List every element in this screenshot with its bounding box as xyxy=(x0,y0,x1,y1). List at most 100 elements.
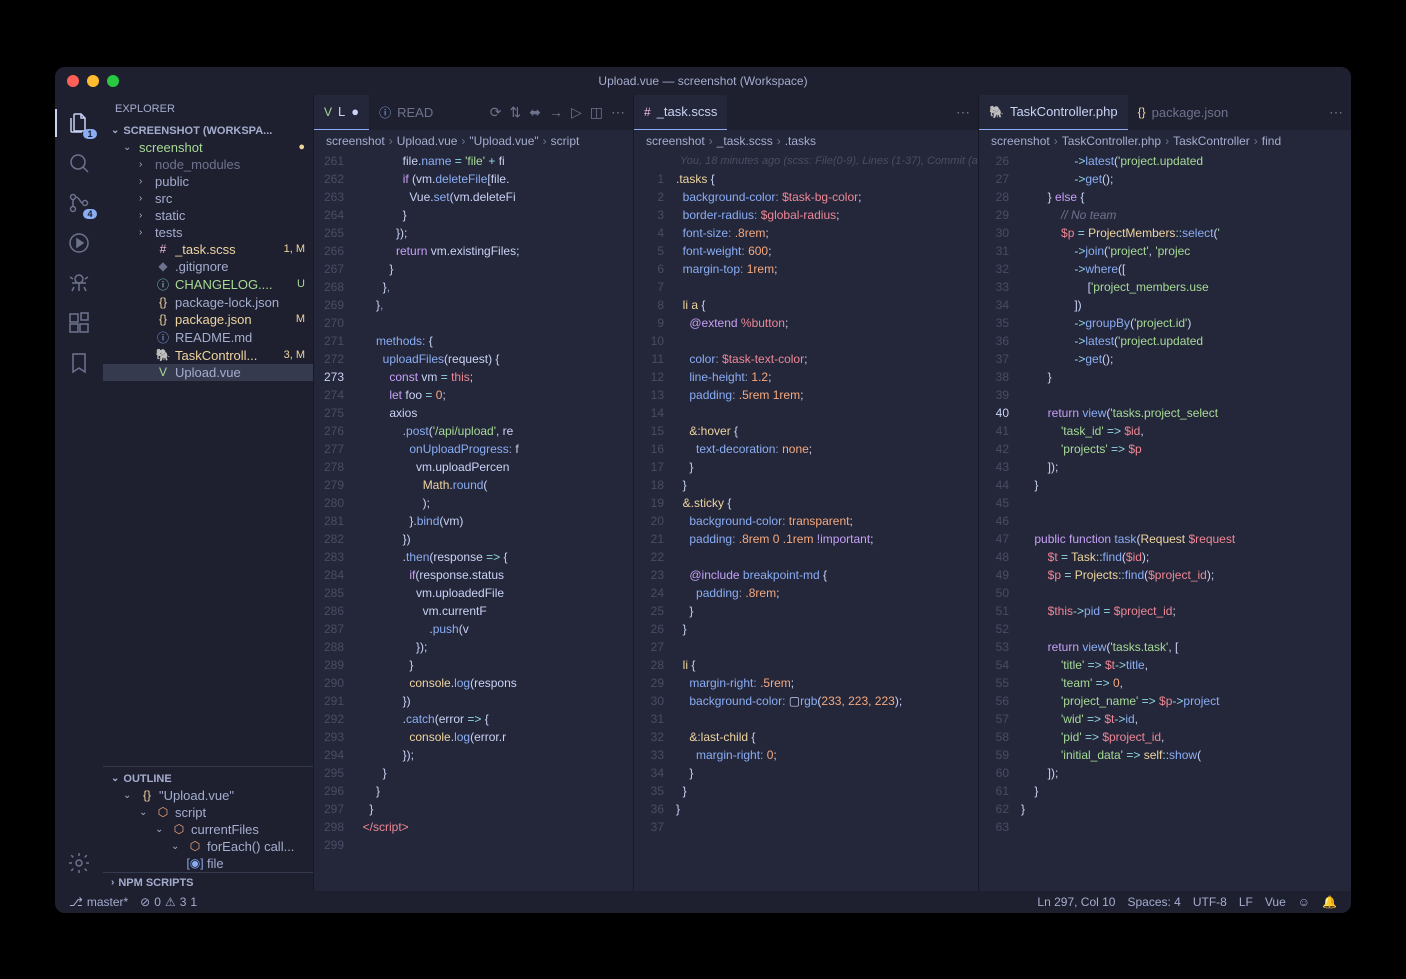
run-icon[interactable]: ▷ xyxy=(571,104,582,121)
split-icon[interactable]: ◫ xyxy=(590,104,603,121)
crumb-item[interactable]: _task.scss xyxy=(717,134,773,148)
warning-icon: ⚠ xyxy=(165,895,176,909)
editor-3[interactable]: 2627282930313233343536373839404142434445… xyxy=(979,152,1351,891)
code-area-3[interactable]: ->latest('project.updated ->get(); } els… xyxy=(1021,152,1351,891)
outline-foreach[interactable]: ⌄⬡forEach() call... xyxy=(103,838,313,855)
reload-icon[interactable]: ⟳ xyxy=(490,104,502,121)
breadcrumbs-1[interactable]: screenshot› Upload.vue› "Upload.vue"› sc… xyxy=(314,130,633,152)
file-readme[interactable]: ⓘREADME.md xyxy=(103,328,313,347)
status-bell-icon[interactable]: 🔔 xyxy=(1316,895,1343,909)
git-status: M xyxy=(296,313,305,325)
crumb-item[interactable]: "Upload.vue" xyxy=(469,134,538,148)
folder-src[interactable]: ›src xyxy=(103,190,313,207)
chevron-down-icon: ⌄ xyxy=(139,807,151,818)
outline-currentfiles[interactable]: ⌄⬡currentFiles xyxy=(103,821,313,838)
more-icon[interactable]: ⋯ xyxy=(956,104,970,121)
status-eol[interactable]: LF xyxy=(1233,895,1259,909)
crumb-item[interactable]: script xyxy=(551,134,580,148)
branch-label: master* xyxy=(87,895,128,909)
status-problems[interactable]: ⊘0 ⚠3 1 xyxy=(134,895,203,909)
status-git-branch[interactable]: ⎇master* xyxy=(63,895,134,909)
more-icon[interactable]: ⋯ xyxy=(611,104,625,121)
gutter-1: 2612622632642652662672682692702712722732… xyxy=(314,152,356,891)
window-body: 1 4 xyxy=(55,95,1351,891)
file-upload-vue[interactable]: VUpload.vue xyxy=(103,364,313,381)
folder-label: src xyxy=(155,191,305,206)
tab-label: READ xyxy=(397,105,433,120)
activity-run-debug[interactable] xyxy=(55,223,103,263)
status-bar: ⎇master* ⊘0 ⚠3 1 Ln 297, Col 10 Spaces: … xyxy=(55,891,1351,913)
outline-header[interactable]: ⌄OUTLINE xyxy=(103,771,313,787)
npm-scripts-header[interactable]: ›NPM SCRIPTS xyxy=(103,872,313,891)
folder-screenshot[interactable]: ⌄screenshot● xyxy=(103,139,313,156)
close-window-button[interactable] xyxy=(67,75,79,87)
sidebar: EXPLORER ⌄SCREENSHOT (WORKSPA... ⌄screen… xyxy=(103,95,313,891)
status-encoding[interactable]: UTF-8 xyxy=(1187,895,1233,909)
outline-file[interactable]: [◉]file xyxy=(103,855,313,872)
file-package-json[interactable]: {}package.jsonM xyxy=(103,311,313,328)
activity-extensions[interactable] xyxy=(55,303,103,343)
explorer-badge: 1 xyxy=(83,129,97,139)
crumb-item[interactable]: TaskController.php xyxy=(1062,134,1161,148)
nav-back-icon[interactable]: ⬌ xyxy=(529,104,541,121)
tab-upload-vue[interactable]: VL● xyxy=(314,95,369,130)
activity-search[interactable] xyxy=(55,143,103,183)
chevron-right-icon: › xyxy=(111,877,114,888)
chevron-right-icon: › xyxy=(139,176,151,187)
breadcrumbs-2[interactable]: screenshot› _task.scss› .tasks xyxy=(634,130,978,152)
gutter-3: 2627282930313233343536373839404142434445… xyxy=(979,152,1021,891)
file-changelog[interactable]: ⓘCHANGELOG....U xyxy=(103,275,313,294)
tab-task-scss[interactable]: #_task.scss xyxy=(634,95,727,130)
crumb-item[interactable]: .tasks xyxy=(785,134,816,148)
chevron-down-icon: ⌄ xyxy=(111,125,119,136)
crumb-item[interactable]: screenshot xyxy=(991,134,1050,148)
file-label: Upload.vue xyxy=(175,365,305,380)
code-area-2[interactable]: You, 18 minutes ago (scss: File(0-9), Li… xyxy=(676,152,978,891)
crumb-item[interactable]: find xyxy=(1262,134,1281,148)
file-package-lock[interactable]: {}package-lock.json xyxy=(103,294,313,311)
editor-1[interactable]: 2612622632642652662672682692702712722732… xyxy=(314,152,633,891)
git-status: U xyxy=(297,278,305,290)
minimize-window-button[interactable] xyxy=(87,75,99,87)
compare-icon[interactable]: ⇅ xyxy=(510,104,522,121)
maximize-window-button[interactable] xyxy=(107,75,119,87)
activity-testing[interactable] xyxy=(55,263,103,303)
tab-task-controller[interactable]: 🐘TaskController.php xyxy=(979,95,1128,130)
outline-root[interactable]: ⌄{}"Upload.vue" xyxy=(103,787,313,804)
tab-package-json[interactable]: {}package.json xyxy=(1128,95,1239,130)
crumb-item[interactable]: TaskController xyxy=(1173,134,1250,148)
code-area-1[interactable]: file.name = 'file' + fi if (vm.deleteFil… xyxy=(356,152,633,891)
crumb-item[interactable]: Upload.vue xyxy=(397,134,458,148)
more-icon[interactable]: ⋯ xyxy=(1329,104,1343,121)
chevron-down-icon: ⌄ xyxy=(111,773,119,784)
breadcrumbs-3[interactable]: screenshot› TaskController.php› TaskCont… xyxy=(979,130,1351,152)
crumb-item[interactable]: screenshot xyxy=(326,134,385,148)
activity-bar: 1 4 xyxy=(55,95,103,891)
file-task-controller[interactable]: 🐘TaskControll...3, M xyxy=(103,347,313,364)
nav-forward-icon[interactable]: → xyxy=(549,104,563,121)
status-language[interactable]: Vue xyxy=(1259,895,1292,909)
activity-scm[interactable]: 4 xyxy=(55,183,103,223)
crumb-item[interactable]: screenshot xyxy=(646,134,705,148)
folder-node-modules[interactable]: ›node_modules xyxy=(103,156,313,173)
tab-readme[interactable]: ⓘREAD xyxy=(369,95,443,130)
file-gitignore[interactable]: ◆.gitignore xyxy=(103,258,313,275)
status-feedback-icon[interactable]: ☺ xyxy=(1292,895,1316,909)
folder-tests[interactable]: ›tests xyxy=(103,224,313,241)
activity-settings[interactable] xyxy=(55,843,103,883)
file-label: package.json xyxy=(175,312,292,327)
folder-label: screenshot xyxy=(139,140,294,155)
status-indent[interactable]: Spaces: 4 xyxy=(1121,895,1186,909)
folder-static[interactable]: ›static xyxy=(103,207,313,224)
editor-2[interactable]: 1234567891011121314151617181920212223242… xyxy=(634,152,978,891)
file-task-scss[interactable]: #_task.scss1, M xyxy=(103,241,313,258)
activity-bookmarks[interactable] xyxy=(55,343,103,383)
json-icon: {} xyxy=(155,295,171,309)
outline-script[interactable]: ⌄⬡script xyxy=(103,804,313,821)
folder-public[interactable]: ›public xyxy=(103,173,313,190)
activity-explorer[interactable]: 1 xyxy=(55,103,103,143)
traffic-lights xyxy=(67,75,119,87)
status-ln-col[interactable]: Ln 297, Col 10 xyxy=(1031,895,1121,909)
workspace-section-header[interactable]: ⌄SCREENSHOT (WORKSPA... xyxy=(103,123,313,139)
file-explorer-tree: ⌄screenshot● ›node_modules ›public ›src … xyxy=(103,139,313,766)
